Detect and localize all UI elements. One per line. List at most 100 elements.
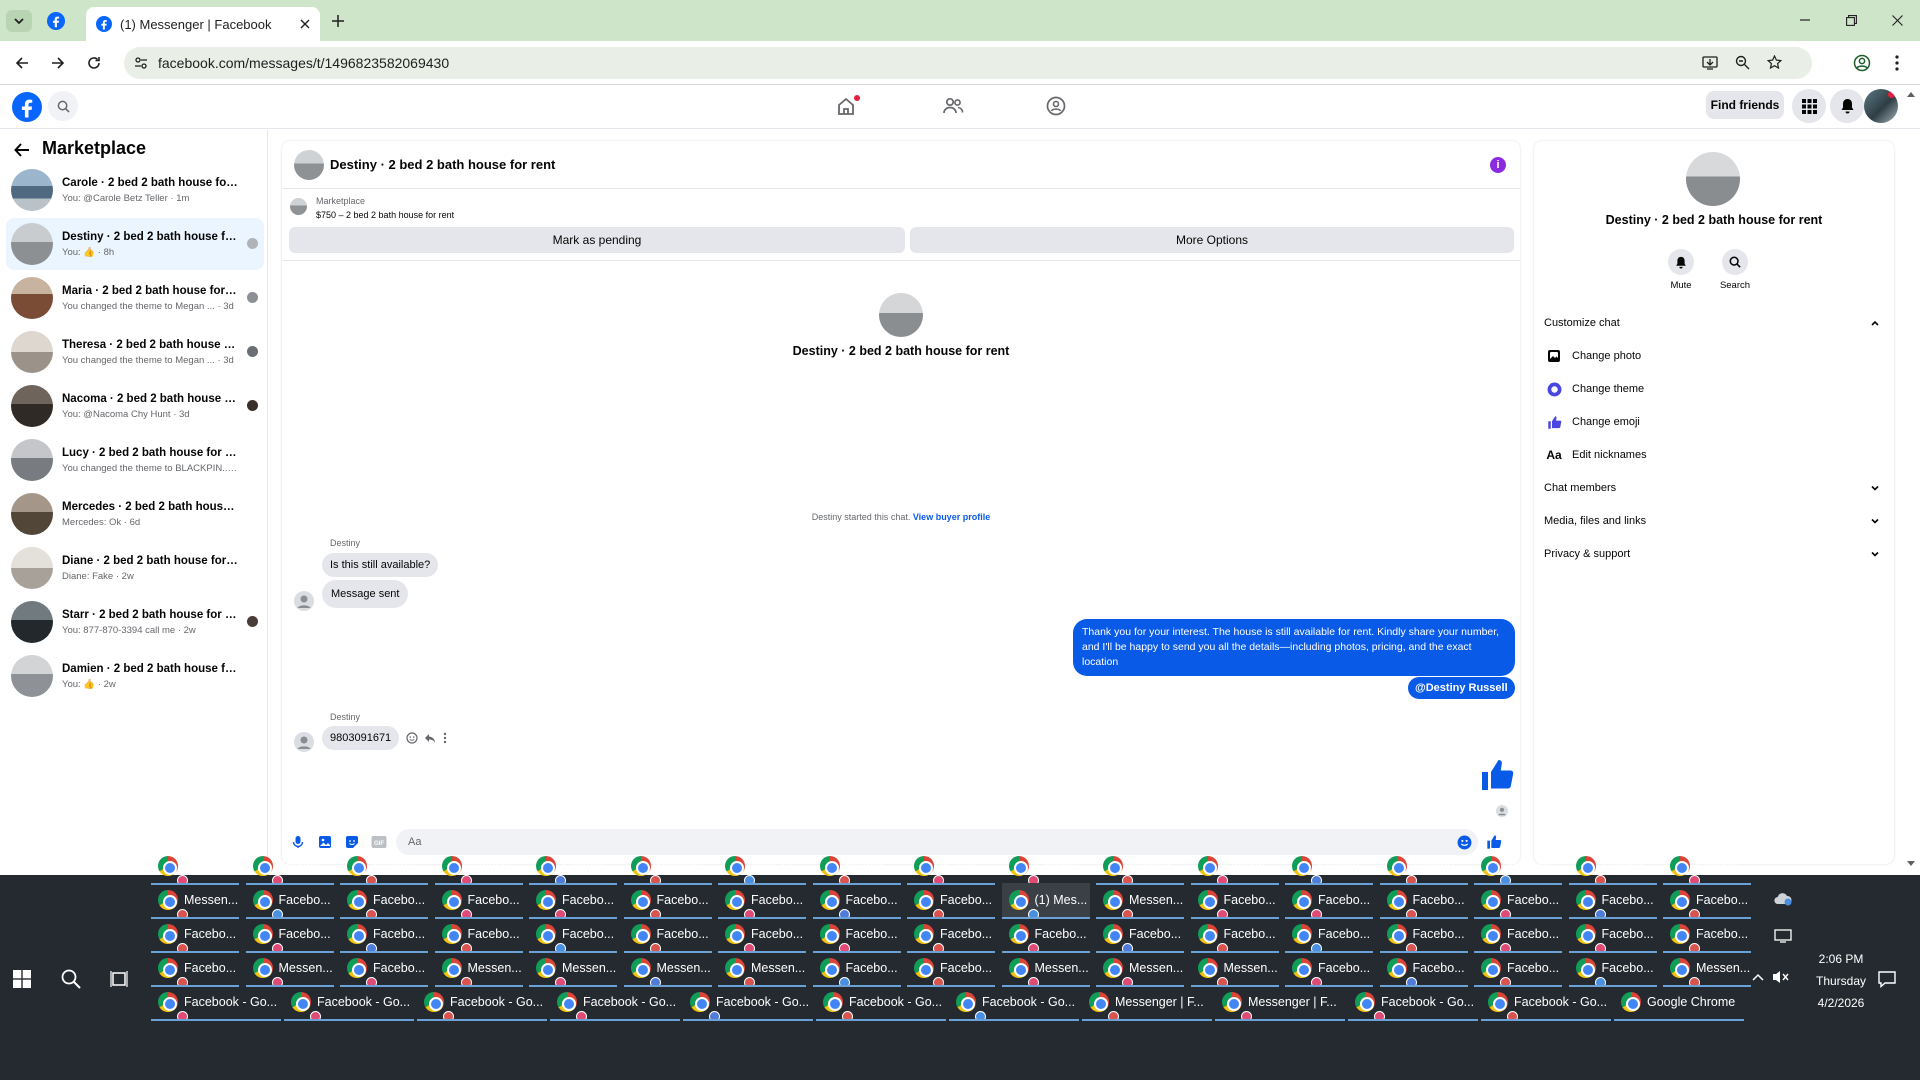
taskbar-window-button[interactable]: leads g... bbox=[151, 849, 239, 885]
taskbar-window-button[interactable]: Facebo... bbox=[907, 951, 995, 987]
taskbar-window-button[interactable]: Facebo... bbox=[1285, 883, 1373, 919]
notifications-button[interactable] bbox=[1830, 89, 1864, 123]
taskbar-window-button[interactable]: Facebo... bbox=[245, 849, 334, 885]
taskbar-window-button[interactable]: Facebo... bbox=[151, 951, 239, 987]
taskbar-window-button[interactable]: Facebo... bbox=[1568, 951, 1657, 987]
taskbar-window-button[interactable]: Facebo... bbox=[1285, 917, 1373, 953]
taskbar-window-button[interactable]: New Ta... bbox=[718, 849, 806, 885]
taskbar-window-button[interactable]: Messen... bbox=[151, 883, 239, 919]
taskbar-window-button[interactable]: Facebo... bbox=[1474, 951, 1562, 987]
taskbar-window-button[interactable]: Facebo... bbox=[340, 883, 428, 919]
photo-icon[interactable] bbox=[318, 835, 332, 849]
scroll-up-arrow-icon[interactable] bbox=[1906, 90, 1916, 98]
taskbar-window-button[interactable]: Facebo... bbox=[529, 849, 617, 885]
taskbar-window-button[interactable]: Messen... bbox=[1096, 951, 1184, 987]
taskbar-window-button[interactable]: Facebook - Go... bbox=[284, 985, 414, 1021]
close-window-button[interactable] bbox=[1882, 6, 1912, 34]
minimize-button[interactable] bbox=[1790, 6, 1820, 34]
taskbar-window-button[interactable]: Facebook - Go... bbox=[550, 985, 680, 1021]
menu-button[interactable] bbox=[1792, 89, 1826, 123]
sender-avatar[interactable] bbox=[294, 732, 314, 752]
taskbar-window-button[interactable]: Facebo... bbox=[434, 917, 523, 953]
taskbar-window-button[interactable]: Messenger | F... bbox=[1215, 985, 1345, 1021]
taskbar-window-button[interactable]: Facebo... bbox=[1096, 917, 1184, 953]
pinned-tab-facebook[interactable] bbox=[44, 9, 68, 33]
search-in-conversation-button[interactable]: Search bbox=[1718, 249, 1752, 291]
taskbar-window-button[interactable]: Facebo... bbox=[1190, 849, 1279, 885]
conversation-item[interactable]: Carole · 2 bed 2 bath house for rent You:… bbox=[6, 164, 264, 216]
taskbar-window-button[interactable]: Messen... bbox=[1663, 951, 1751, 987]
browser-menu-button[interactable] bbox=[1885, 51, 1909, 75]
taskbar-window-button[interactable]: Facebook - Go... bbox=[816, 985, 946, 1021]
sender-avatar[interactable] bbox=[294, 591, 314, 611]
nav-friends[interactable] bbox=[942, 96, 968, 120]
taskbar-window-button[interactable]: Messen... bbox=[1190, 951, 1279, 987]
media-files-links-section[interactable]: Media, files and links bbox=[1544, 506, 1880, 536]
page-scrollbar[interactable] bbox=[1905, 90, 1917, 870]
outgoing-message-bubble[interactable]: Thank you for your interest. The house i… bbox=[1073, 619, 1515, 676]
taskbar-window-button[interactable]: Facebo... bbox=[1568, 883, 1657, 919]
taskbar-window-button[interactable]: Facebo... bbox=[1001, 917, 1090, 953]
taskbar-window-button[interactable]: Facebo... bbox=[1663, 883, 1751, 919]
taskbar-window-button[interactable]: Facebo... bbox=[1474, 883, 1562, 919]
taskbar-window-button[interactable]: Messen... bbox=[1001, 951, 1090, 987]
conversation-item[interactable]: Starr · 2 bed 2 bath house for rent You: … bbox=[6, 596, 264, 648]
conversation-item[interactable]: Mercedes · 2 bed 2 bath house for... Merc… bbox=[6, 488, 264, 540]
taskbar-window-button[interactable]: Facebo... bbox=[151, 917, 239, 953]
taskbar-window-button[interactable]: Facebo... bbox=[1568, 917, 1657, 953]
nav-groups[interactable] bbox=[1046, 96, 1072, 120]
more-options-button[interactable]: More Options bbox=[910, 227, 1514, 253]
taskbar-window-button[interactable]: Facebo... bbox=[1379, 883, 1468, 919]
taskbar-window-button[interactable]: Facebo... bbox=[1096, 849, 1184, 885]
message-bubble[interactable]: 9803091671 bbox=[322, 726, 400, 750]
change-emoji-item[interactable]: Change emoji bbox=[1544, 407, 1880, 437]
change-photo-item[interactable]: Change photo bbox=[1544, 341, 1880, 371]
nav-home[interactable] bbox=[836, 95, 862, 120]
taskbar-window-button[interactable]: Facebo... bbox=[245, 883, 334, 919]
taskbar-window-button[interactable]: Facebo... bbox=[1285, 849, 1373, 885]
reply-icon[interactable] bbox=[424, 732, 436, 744]
notification-center-icon[interactable] bbox=[1878, 970, 1896, 988]
taskbar-window-button[interactable]: Facebo... bbox=[1190, 917, 1279, 953]
install-app-icon[interactable] bbox=[1702, 55, 1718, 71]
chat-avatar[interactable] bbox=[294, 150, 324, 180]
taskbar-window-button[interactable]: Messen... bbox=[529, 951, 617, 987]
taskbar-window-button[interactable]: Facebook - Go... bbox=[949, 985, 1079, 1021]
taskbar-window-button[interactable]: Facebo... bbox=[1474, 917, 1562, 953]
taskbar-window-button[interactable]: Facebo... bbox=[1190, 883, 1279, 919]
close-icon[interactable] bbox=[300, 19, 310, 29]
site-settings-icon[interactable] bbox=[134, 56, 148, 70]
listing-banner[interactable]: Marketplace $750 – 2 bed 2 bath house fo… bbox=[290, 193, 890, 223]
taskbar-window-button[interactable]: m.face... bbox=[812, 849, 901, 885]
taskbar-window-button[interactable]: Facebo... bbox=[812, 951, 901, 987]
mute-button[interactable]: Mute bbox=[1666, 249, 1696, 291]
chat-title[interactable]: Destiny · 2 bed 2 bath house for rent bbox=[330, 157, 555, 172]
taskbar-window-button[interactable]: (1) Mes... bbox=[1001, 883, 1090, 919]
taskbar-window-button[interactable]: Facebo... bbox=[340, 917, 428, 953]
taskbar-window-button[interactable]: Facebo... bbox=[245, 917, 334, 953]
react-icon[interactable] bbox=[406, 732, 418, 744]
chat-members-section[interactable]: Chat members bbox=[1544, 473, 1880, 503]
taskbar-window-button[interactable]: Messen... bbox=[623, 951, 712, 987]
taskbar-window-button[interactable]: Facebo... bbox=[812, 883, 901, 919]
taskbar-window-button[interactable]: Facebook - Go... bbox=[1348, 985, 1478, 1021]
search-icon[interactable] bbox=[61, 969, 81, 989]
view-buyer-profile-link[interactable]: View buyer profile bbox=[913, 512, 990, 522]
message-bubble[interactable]: Message sent bbox=[322, 580, 409, 608]
taskbar-window-button[interactable]: Facebo... bbox=[812, 917, 901, 953]
taskbar-window-button[interactable]: Facebo... bbox=[1001, 849, 1090, 885]
mark-as-pending-button[interactable]: Mark as pending bbox=[289, 227, 905, 253]
taskbar-window-button[interactable]: Facebo... bbox=[623, 883, 712, 919]
conversation-item[interactable]: Theresa · 2 bed 2 bath house for... You c… bbox=[6, 326, 264, 378]
find-friends-button[interactable]: Find friends bbox=[1706, 91, 1784, 119]
clock[interactable]: 2:06 PM Thursday 4/2/2026 bbox=[1796, 948, 1886, 1014]
taskbar-window-button[interactable]: Messen... bbox=[245, 951, 334, 987]
taskbar-window-button[interactable]: Messen... bbox=[434, 951, 523, 987]
sticker-icon[interactable] bbox=[345, 835, 359, 849]
reload-button[interactable] bbox=[82, 51, 106, 75]
new-tab-button[interactable] bbox=[326, 9, 350, 33]
taskbar-window-button[interactable]: Google Chrome bbox=[1614, 985, 1744, 1021]
taskbar-window-button[interactable]: Facebo... bbox=[1663, 917, 1751, 953]
taskbar-window-button[interactable]: Facebo... bbox=[718, 883, 806, 919]
microphone-icon[interactable] bbox=[291, 835, 305, 849]
